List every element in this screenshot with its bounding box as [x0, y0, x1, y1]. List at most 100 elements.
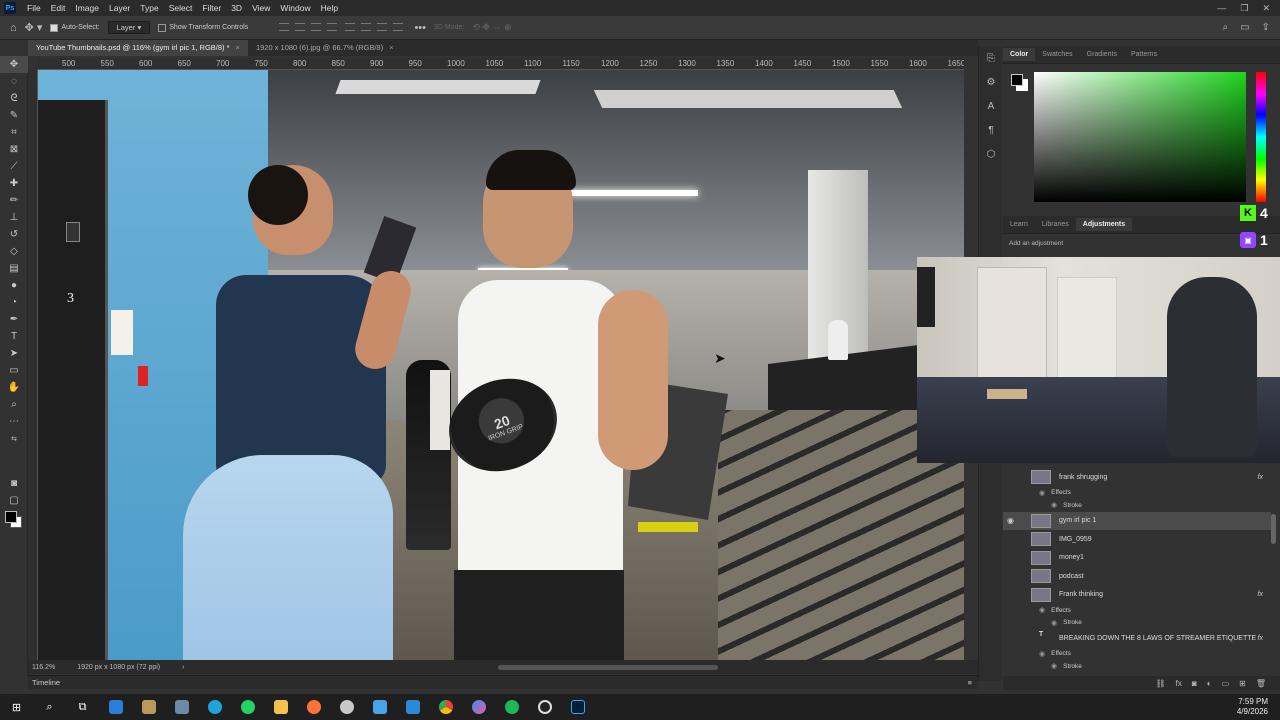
default-colors-icon[interactable]: ⇆	[0, 430, 28, 447]
add-mask-icon[interactable]: ◙	[1192, 679, 1197, 688]
hand-tool-icon[interactable]: ✋	[0, 379, 28, 396]
align-bottom-icon[interactable]	[377, 22, 388, 31]
move-tool-icon[interactable]: ✥	[0, 56, 28, 73]
layer-row[interactable]: IMG_0959	[1003, 530, 1271, 548]
photos-icon[interactable]	[363, 694, 396, 720]
quick-select-tool-icon[interactable]: ✎	[0, 107, 28, 124]
layer-row[interactable]: ◉ gym irl pic 1	[1003, 511, 1271, 530]
layer-effects-icon[interactable]: fx	[1258, 591, 1263, 598]
panel-foreground-swatch[interactable]	[1011, 74, 1023, 86]
menu-type[interactable]: Type	[135, 3, 163, 13]
type-tool-icon[interactable]: T	[0, 328, 28, 345]
delete-layer-icon[interactable]: 🗑	[1256, 679, 1266, 688]
menu-image[interactable]: Image	[70, 3, 104, 13]
more-tools-icon[interactable]: ⋯	[0, 413, 28, 430]
share-icon[interactable]: ⇪	[1262, 22, 1270, 33]
document-canvas[interactable]: 3 20 IRON GRIP ➤	[38, 70, 964, 660]
properties-panel-icon[interactable]: ⚙	[979, 70, 1003, 94]
layer-effects-icon[interactable]: fx	[1258, 635, 1263, 642]
widgets-icon[interactable]	[99, 694, 132, 720]
align-left-icon[interactable]	[279, 22, 290, 31]
color-picker-field[interactable]	[1034, 72, 1246, 202]
zoom-level[interactable]: 116.2%	[32, 664, 55, 671]
menu-view[interactable]: View	[247, 3, 275, 13]
eyedropper-tool-icon[interactable]: ⟋	[0, 158, 28, 175]
layer-stroke-row[interactable]: ◉ Stroke	[1051, 619, 1082, 627]
tab-gradients[interactable]: Gradients	[1080, 48, 1124, 61]
menu-select[interactable]: Select	[164, 3, 198, 13]
hue-slider[interactable]	[1256, 72, 1266, 202]
new-group-icon[interactable]: ▭	[1222, 679, 1230, 688]
zoom-tool-icon[interactable]: ⌕	[0, 396, 28, 413]
close-tab-icon[interactable]: ×	[389, 43, 393, 52]
layer-row[interactable]: Frank thinking fx	[1003, 586, 1271, 604]
menu-filter[interactable]: Filter	[197, 3, 226, 13]
tab-libraries[interactable]: Libraries	[1035, 218, 1076, 231]
task-view-icon[interactable]: ⧉	[66, 694, 99, 720]
foreground-color-swatch[interactable]	[5, 511, 17, 523]
auto-select-target-dropdown[interactable]: Layer ▾	[107, 21, 151, 34]
edge-icon[interactable]	[198, 694, 231, 720]
layer-row[interactable]: podcast	[1003, 567, 1271, 585]
clone-stamp-icon[interactable]: ⊥	[0, 209, 28, 226]
gradient-tool-icon[interactable]: ▤	[0, 260, 28, 277]
layer-effects-icon[interactable]: fx	[1258, 474, 1263, 481]
file-manager-icon[interactable]	[132, 694, 165, 720]
path-select-icon[interactable]: ➤	[0, 345, 28, 362]
marquee-tool-icon[interactable]: ◌	[0, 73, 28, 90]
menu-window[interactable]: Window	[275, 3, 315, 13]
layer-row[interactable]: money1	[1003, 549, 1271, 567]
effect-visibility-icon[interactable]: ◉	[1039, 489, 1045, 497]
frame-tool-icon[interactable]: ⊠	[0, 141, 28, 158]
tab-color[interactable]: Color	[1003, 48, 1036, 61]
link-layers-icon[interactable]: ⛓	[1156, 679, 1166, 688]
tab-youtube-thumbnails[interactable]: YouTube Thumbnails.psd @ 116% (gym irl p…	[28, 40, 248, 56]
healing-brush-icon[interactable]: ✚	[0, 175, 28, 192]
align-middle-icon[interactable]	[361, 22, 372, 31]
restore-button[interactable]: ❐	[1240, 3, 1248, 14]
tab-1920x1080[interactable]: 1920 x 1080 (6).jpg @ 66.7% (RGB/8) ×	[247, 40, 402, 56]
paragraph-panel-icon[interactable]: ¶	[979, 118, 1003, 142]
align-center-icon[interactable]	[295, 22, 306, 31]
history-panel-icon[interactable]: ⎘	[979, 46, 1003, 70]
effect-visibility-icon[interactable]: ◉	[1039, 650, 1045, 658]
distribute-icon[interactable]	[327, 22, 338, 31]
menu-layer[interactable]: Layer	[104, 3, 135, 13]
distribute-vertical-icon[interactable]	[393, 22, 404, 31]
layer-effects-row[interactable]: ◉ Effects	[1039, 650, 1071, 658]
layer-stroke-row[interactable]: ◉ Stroke	[1051, 501, 1082, 510]
align-right-icon[interactable]	[311, 22, 322, 31]
quick-mask-icon[interactable]: ◙	[0, 475, 28, 492]
effect-visibility-icon[interactable]: ◉	[1051, 619, 1057, 627]
layers-scrollbar[interactable]	[1271, 514, 1276, 544]
folder-icon[interactable]	[264, 694, 297, 720]
tab-adjustments[interactable]: Adjustments	[1075, 218, 1133, 231]
home-icon[interactable]: ⌂	[10, 22, 17, 34]
effect-visibility-icon[interactable]: ◉	[1051, 501, 1057, 509]
horizontal-scrollbar[interactable]	[498, 664, 718, 670]
history-brush-icon[interactable]: ↺	[0, 226, 28, 243]
add-style-icon[interactable]: fx	[1176, 679, 1182, 688]
layer-row[interactable]: frank shrugging fx	[1003, 468, 1271, 486]
firefox-icon[interactable]	[297, 694, 330, 720]
close-window-button[interactable]: ✕	[1262, 3, 1270, 14]
calculator-icon[interactable]	[165, 694, 198, 720]
settings-icon[interactable]	[330, 694, 363, 720]
search-icon[interactable]: ⌕	[1223, 22, 1229, 33]
pen-tool-icon[interactable]: ✒	[0, 311, 28, 328]
layer-row[interactable]: T BREAKING DOWN THE 8 LAWS OF STREAMER ET…	[1003, 629, 1271, 647]
layer-stroke-row[interactable]: ◉ Stroke	[1051, 662, 1082, 671]
menu-help[interactable]: Help	[316, 3, 343, 13]
crop-tool-icon[interactable]: ⌗	[0, 124, 28, 141]
obs-icon[interactable]	[528, 694, 561, 720]
panel-menu-icon[interactable]: ≡	[968, 678, 972, 687]
move-tool-preset-icon[interactable]: ✥ ▾	[25, 21, 43, 34]
tab-patterns[interactable]: Patterns	[1124, 48, 1164, 61]
brush-tool-icon[interactable]: ✏	[0, 192, 28, 209]
lasso-tool-icon[interactable]: ᘓ	[0, 90, 28, 107]
layer-effects-row[interactable]: ◉ Effects	[1039, 606, 1071, 615]
3d-panel-icon[interactable]: ⬡	[979, 142, 1003, 166]
workspace-icon[interactable]: ▭	[1240, 22, 1249, 33]
align-buttons[interactable]	[276, 22, 406, 33]
show-transform-controls-checkbox[interactable]: Show Transform Controls	[158, 23, 248, 32]
